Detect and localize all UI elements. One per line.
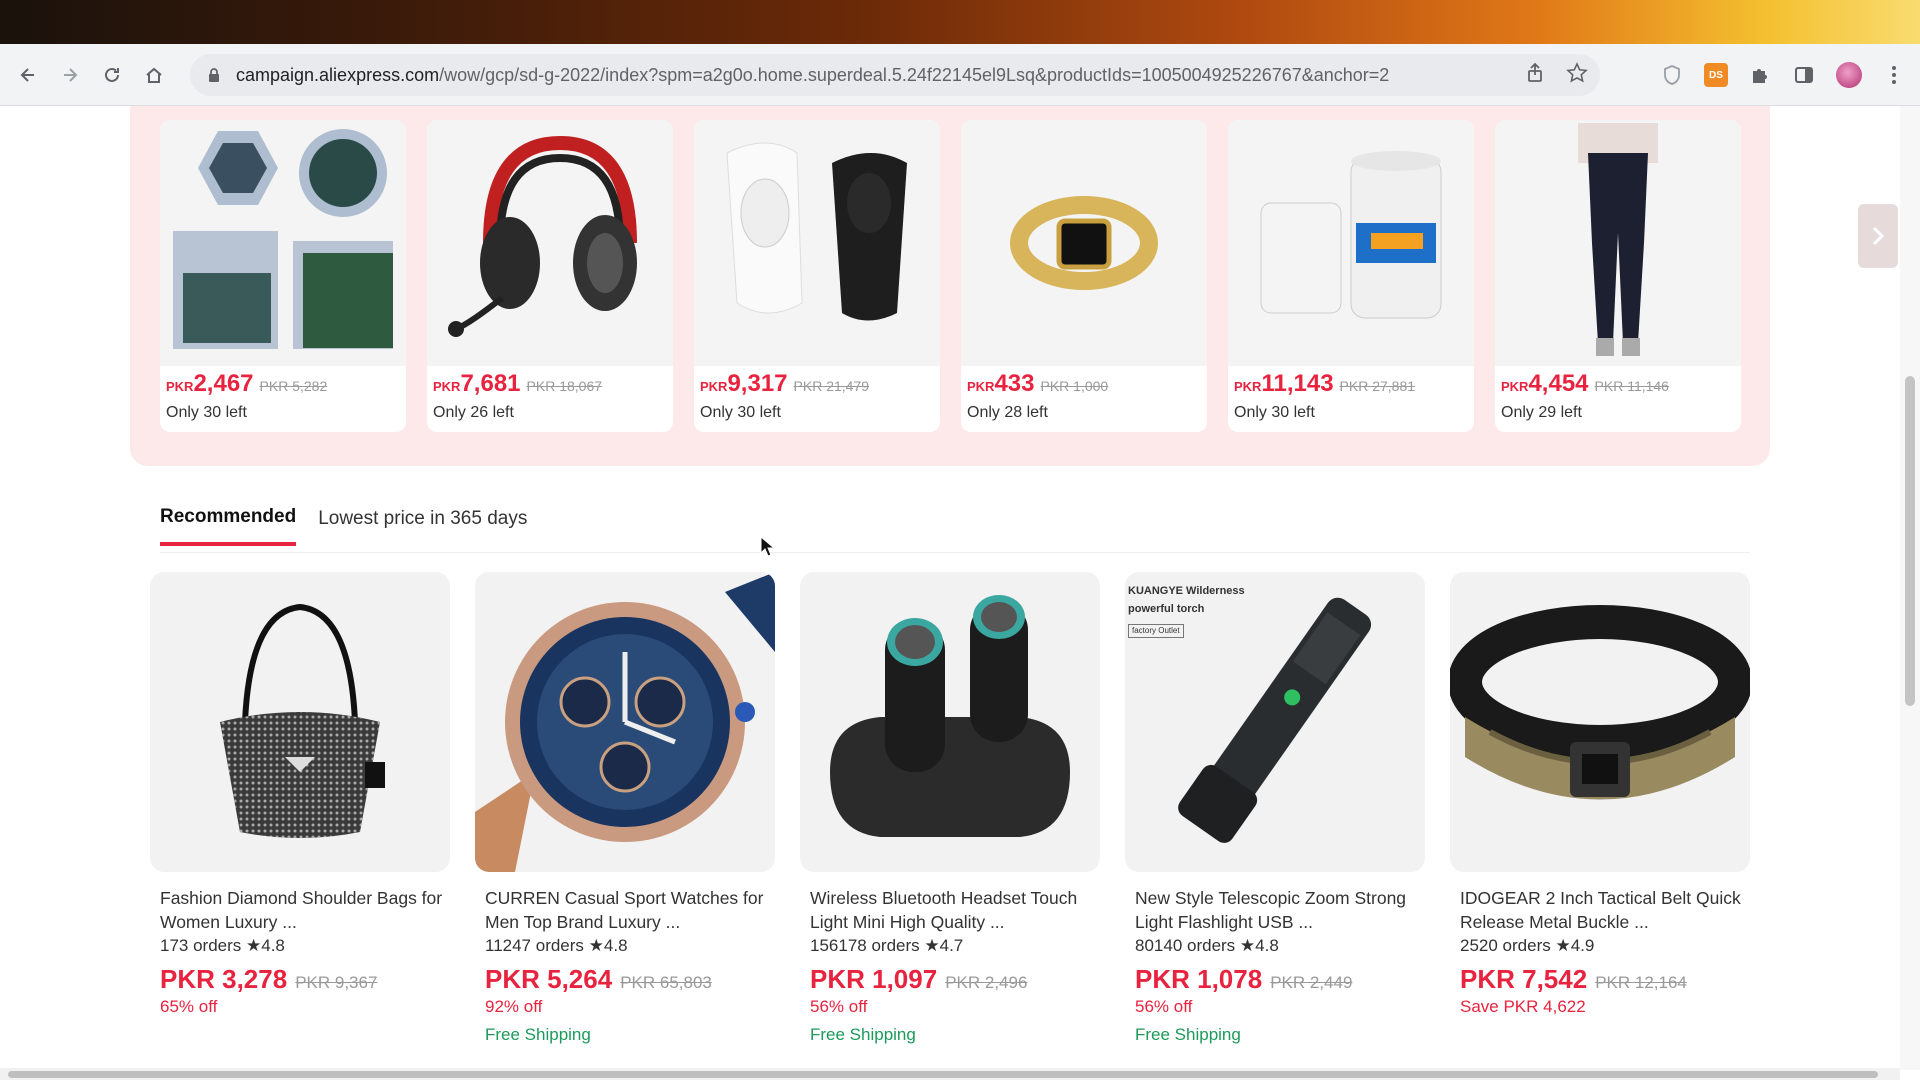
carousel-next-button[interactable] (1858, 204, 1898, 268)
scrollbar-thumb[interactable] (1905, 376, 1915, 706)
product-discount: 56% off (1135, 997, 1193, 1016)
address-bar[interactable]: campaign.aliexpress.com/wow/gcp/sd-g-202… (190, 54, 1600, 96)
url-host: campaign.aliexpress.com (236, 64, 440, 85)
screen-top-strip (0, 0, 1920, 44)
product-image-earbuds (800, 572, 1100, 872)
deal-card[interactable]: PKR 4,454 PKR 11,146 Only 29 left (1495, 120, 1741, 432)
reload-button[interactable] (94, 57, 130, 93)
flashlight-overlay-text: KUANGYE Wilderness powerful torch factor… (1128, 582, 1245, 639)
deal-stock: Only 28 left (967, 404, 1048, 421)
deal-stock: Only 29 left (1501, 404, 1582, 421)
deal-stock: Only 30 left (166, 404, 247, 421)
super-deals-panel: PKR 2,467 PKR 5,282 Only 30 left PKR 7,681 P… (130, 106, 1898, 466)
product-image-belt (1450, 572, 1750, 872)
back-button[interactable] (10, 57, 46, 93)
deal-stock: Only 30 left (1234, 404, 1315, 421)
deal-image-headset (427, 120, 673, 366)
deal-image-tiles (160, 120, 406, 366)
side-panel-icon[interactable] (1792, 63, 1816, 87)
product-orders-rating: 173 orders ★4.8 (160, 936, 285, 955)
deal-card[interactable]: PKR 7,681 PKR 18,067 Only 26 left (427, 120, 673, 432)
tab-recommended[interactable]: Recommended (160, 506, 297, 546)
free-shipping-label: Free Shipping (485, 1025, 591, 1044)
profile-avatar[interactable] (1836, 62, 1862, 88)
product-orders-rating: 2520 orders ★4.9 (1460, 936, 1595, 955)
product-price: PKR 5,264 PKR 65,803 (485, 964, 712, 994)
mouse-cursor-icon (760, 536, 776, 557)
vertical-scrollbar[interactable] (1900, 106, 1920, 1070)
deal-price: PKR 7,681 PKR 18,067 (433, 370, 603, 397)
product-card[interactable]: Wireless Bluetooth Headset Touch Light M… (800, 572, 1100, 1045)
back-arrow-icon (20, 67, 34, 82)
product-title[interactable]: IDOGEAR 2 Inch Tactical Belt Quick Relea… (1450, 886, 1750, 934)
product-discount: 56% off (810, 997, 868, 1016)
deal-image-ring (961, 120, 1207, 366)
deal-image-smart-device (1228, 120, 1474, 366)
deal-price: PKR 11,143 PKR 27,881 (1234, 370, 1416, 397)
horizontal-scrollbar[interactable] (0, 1068, 1900, 1080)
page-content: PKR 2,467 PKR 5,282 Only 30 left PKR 7,681 P… (0, 106, 1900, 1070)
product-orders-rating: 156178 orders ★4.7 (810, 936, 964, 955)
free-shipping-label: Free Shipping (1135, 1025, 1241, 1044)
deal-image-ipl-device (694, 120, 940, 366)
forward-button[interactable] (52, 57, 88, 93)
product-price: PKR 1,097 PKR 2,496 (810, 964, 1028, 994)
home-button[interactable] (136, 57, 172, 93)
browser-toolbar: campaign.aliexpress.com/wow/gcp/sd-g-202… (0, 44, 1920, 106)
puzzle-extensions-icon[interactable] (1748, 63, 1772, 87)
deal-card[interactable]: PKR 9,317 PKR 21,479 Only 30 left (694, 120, 940, 432)
product-image-handbag (150, 572, 450, 872)
product-image-flashlight: KUANGYE Wilderness powerful torch factor… (1125, 572, 1425, 872)
product-title[interactable]: Wireless Bluetooth Headset Touch Light M… (800, 886, 1100, 934)
product-price: PKR 1,078 PKR 2,449 (1135, 964, 1353, 994)
tab-divider (160, 552, 1750, 553)
product-discount: Save PKR 4,622 (1460, 997, 1586, 1016)
home-icon (146, 67, 162, 83)
product-image-watch (475, 572, 775, 872)
tab-lowest-price[interactable]: Lowest price in 365 days (318, 508, 527, 544)
menu-kebab-icon[interactable] (1882, 63, 1906, 87)
product-title[interactable]: Fashion Diamond Shoulder Bags for Women … (150, 886, 450, 934)
product-orders-rating: 11247 orders ★4.8 (485, 936, 628, 955)
shield-extension-icon[interactable] (1660, 63, 1684, 87)
deal-card[interactable]: PKR 2,467 PKR 5,282 Only 30 left (160, 120, 406, 432)
product-discount: 65% off (160, 997, 218, 1016)
deal-price: PKR 2,467 PKR 5,282 (166, 370, 328, 397)
product-discount: 92% off (485, 997, 543, 1016)
share-icon[interactable] (1524, 62, 1546, 84)
deal-price: PKR 9,317 PKR 21,479 (700, 370, 870, 397)
product-orders-rating: 80140 orders ★4.8 (1135, 936, 1279, 955)
url-path: /wow/gcp/sd-g-2022/index?spm=a2g0o.home.… (439, 64, 1390, 85)
product-card[interactable]: IDOGEAR 2 Inch Tactical Belt Quick Relea… (1450, 572, 1750, 1017)
product-tabs: Recommended Lowest price in 365 days (160, 506, 527, 546)
deal-price: PKR 4,454 PKR 11,146 (1501, 370, 1669, 397)
product-title[interactable]: New Style Telescopic Zoom Strong Light F… (1125, 886, 1425, 934)
deal-card[interactable]: PKR 433 PKR 1,000 Only 28 left (961, 120, 1207, 432)
deal-price: PKR 433 PKR 1,000 (967, 370, 1109, 397)
hscrollbar-thumb[interactable] (8, 1071, 1878, 1078)
product-card[interactable]: KUANGYE Wilderness powerful torch factor… (1125, 572, 1425, 1045)
deal-image-leggings (1495, 120, 1741, 366)
bookmark-star-icon[interactable] (1566, 62, 1588, 84)
product-title[interactable]: CURREN Casual Sport Watches for Men Top … (475, 886, 775, 934)
product-price: PKR 3,278 PKR 9,367 (160, 964, 378, 994)
reload-icon (105, 67, 119, 82)
deal-card[interactable]: PKR 11,143 PKR 27,881 Only 30 left (1228, 120, 1474, 432)
product-card[interactable]: CURREN Casual Sport Watches for Men Top … (475, 572, 775, 1045)
forward-arrow-icon (64, 67, 78, 82)
deal-stock: Only 26 left (433, 404, 514, 421)
chevron-right-icon (1872, 226, 1885, 246)
lock-icon (209, 68, 219, 82)
deal-stock: Only 30 left (700, 404, 781, 421)
free-shipping-label: Free Shipping (810, 1025, 916, 1044)
ds-extension-icon[interactable]: DS (1704, 63, 1728, 87)
product-price: PKR 7,542 PKR 12,164 (1460, 964, 1687, 994)
product-card[interactable]: Fashion Diamond Shoulder Bags for Women … (150, 572, 450, 1017)
